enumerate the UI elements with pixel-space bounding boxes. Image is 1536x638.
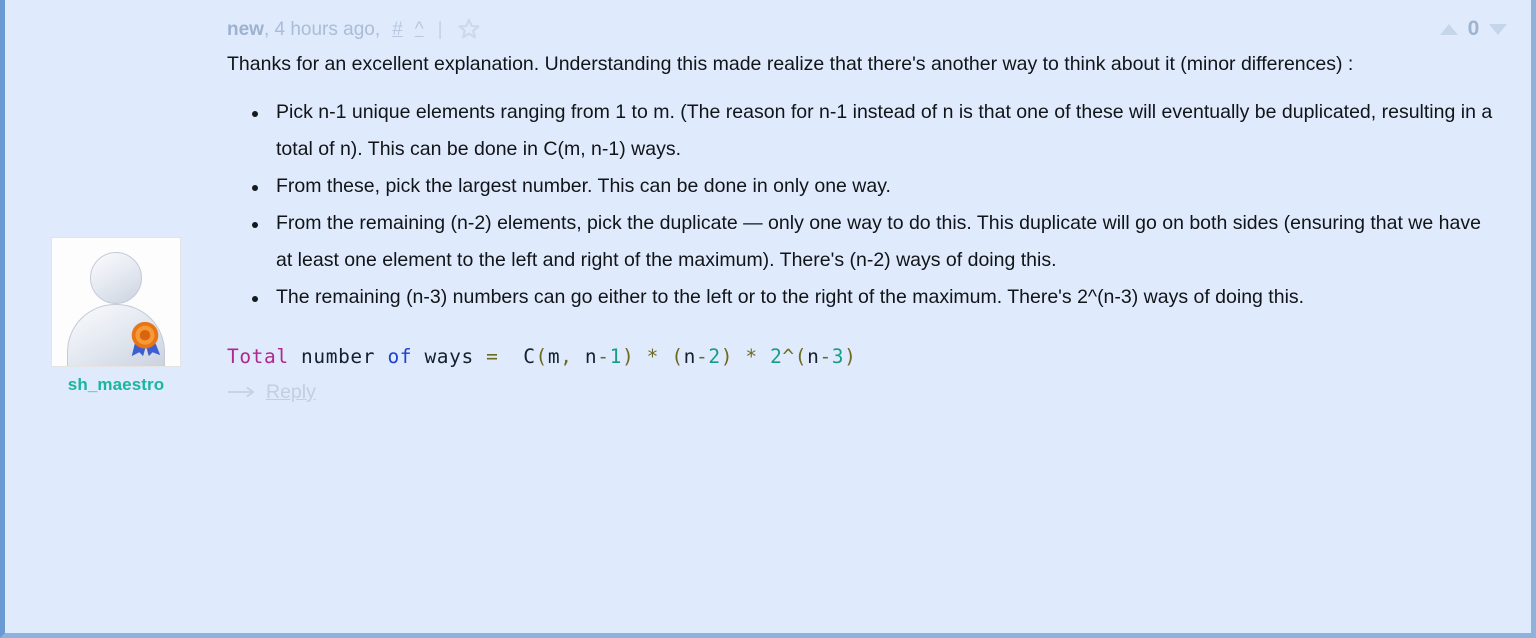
code-token: 2 <box>708 345 721 369</box>
comment-timestamp: , 4 hours ago, <box>263 18 381 40</box>
code-token: - <box>819 345 832 369</box>
comment-block: sh_maestro new , 4 hours ago, # ^ | 0 Th… <box>0 0 1536 638</box>
list-item: From the remaining (n-2) elements, pick … <box>252 205 1495 279</box>
meta-separator: | <box>437 18 443 40</box>
code-token: of <box>387 345 413 369</box>
code-token: ( <box>794 345 808 369</box>
parent-comment-link[interactable]: ^ <box>415 20 424 39</box>
code-token: ) <box>720 345 734 369</box>
comment-header: new , 4 hours ago, # ^ | 0 <box>227 0 1513 40</box>
code-token: , <box>560 345 585 369</box>
comment-footer: Reply <box>227 382 1495 403</box>
code-token: * <box>745 345 758 369</box>
upvote-button[interactable] <box>1440 23 1458 35</box>
code-token: C <box>498 345 536 369</box>
permalink-link[interactable]: # <box>392 20 403 39</box>
award-ribbon-icon <box>131 321 161 356</box>
code-token: ( <box>671 345 684 369</box>
comment-meta: new , 4 hours ago, # ^ | <box>227 17 481 41</box>
code-token: n <box>807 345 820 369</box>
new-badge: new <box>227 18 264 40</box>
comment-author-column: sh_maestro <box>5 0 227 633</box>
code-token: = <box>486 345 499 369</box>
code-token: ^ <box>782 345 795 369</box>
code-token: ) <box>844 345 857 369</box>
code-token: 2 <box>770 345 783 369</box>
code-token: ( <box>535 345 548 369</box>
code-token: * <box>646 345 659 369</box>
code-token: - <box>696 345 709 369</box>
list-item: From these, pick the largest number. Thi… <box>252 168 1495 205</box>
comment-content-column: new , 4 hours ago, # ^ | 0 Thanks for an… <box>227 0 1531 633</box>
code-token: 3 <box>831 345 845 369</box>
comment-bullet-list: Pick n-1 unique elements ranging from 1 … <box>227 94 1495 316</box>
code-token: - <box>597 345 610 369</box>
comment-intro-paragraph: Thanks for an excellent explanation. Und… <box>227 53 1354 75</box>
code-token: number <box>288 345 388 369</box>
avatar-head-icon <box>90 251 142 304</box>
vote-controls: 0 <box>1440 17 1513 41</box>
list-item: Pick n-1 unique elements ranging from 1 … <box>252 94 1495 168</box>
code-token: n <box>683 345 697 369</box>
code-formula: Total number of ways = C(m, n-1) * (n-2)… <box>227 345 1495 368</box>
code-token: Total <box>227 345 289 369</box>
star-icon[interactable] <box>457 17 481 41</box>
code-token: ways <box>412 345 487 369</box>
long-arrow-right-icon <box>227 385 257 399</box>
list-item: The remaining (n-3) numbers can go eithe… <box>252 279 1495 316</box>
comment-body: Thanks for an excellent explanation. Und… <box>227 46 1513 402</box>
code-token: n <box>584 345 598 369</box>
code-token: 1 <box>609 345 622 369</box>
author-username[interactable]: sh_maestro <box>68 376 164 393</box>
reply-link[interactable]: Reply <box>266 382 316 403</box>
code-token: m <box>547 345 561 369</box>
downvote-button[interactable] <box>1489 23 1507 35</box>
code-token: ) <box>621 345 635 369</box>
avatar[interactable] <box>51 236 181 367</box>
vote-count: 0 <box>1467 17 1480 40</box>
